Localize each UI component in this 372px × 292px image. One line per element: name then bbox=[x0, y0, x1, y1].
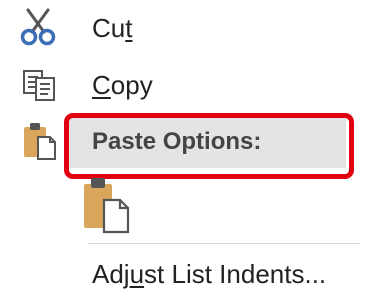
copy-label: Copy bbox=[92, 70, 153, 100]
cut-label: Cut bbox=[92, 13, 133, 43]
paste-keep-source-button[interactable] bbox=[80, 176, 138, 236]
copy-icon bbox=[23, 70, 55, 101]
copy-menu-item[interactable] bbox=[0, 58, 372, 116]
clipboard-paste-icon bbox=[84, 178, 130, 234]
scissors-icon bbox=[20, 8, 56, 46]
paste-options-highlight bbox=[64, 113, 354, 179]
context-menu: Cut Copy Paste Options: Adjust List Inde… bbox=[0, 0, 372, 292]
clipboard-icon bbox=[24, 123, 56, 160]
adjust-list-indents-label: Adjust List Indents... bbox=[92, 259, 327, 289]
menu-divider bbox=[88, 243, 360, 244]
cut-menu-item[interactable]: Cut bbox=[0, 0, 372, 58]
